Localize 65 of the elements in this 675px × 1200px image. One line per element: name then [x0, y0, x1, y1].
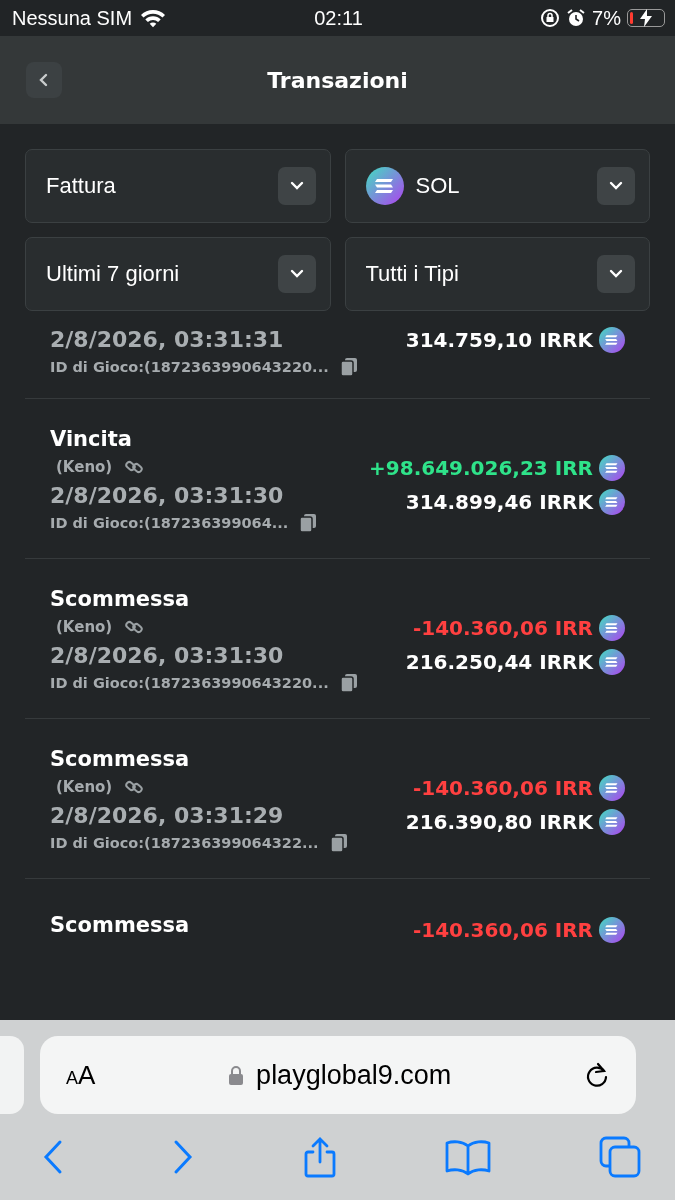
tabs-icon[interactable]	[599, 1136, 641, 1178]
coin-icon	[599, 808, 625, 835]
transaction-amount: -140.360,06 IRR	[412, 775, 593, 800]
filter-label: Ultimi 7 giorni	[46, 261, 181, 287]
game-name: (Keno)	[55, 618, 113, 636]
balance-amount: 314.899,46 IRRK	[405, 489, 593, 514]
coin-icon	[599, 454, 625, 481]
battery-percent: 7%	[592, 6, 621, 30]
address-bar[interactable]: AA playglobal9.com	[40, 1036, 636, 1114]
chevron-down-icon	[597, 255, 635, 293]
coin-icon	[365, 167, 404, 205]
bookmarks-icon[interactable]	[445, 1138, 492, 1176]
balance-amount: 216.250,44 IRRK	[405, 649, 593, 674]
coin-icon	[599, 614, 625, 641]
page-title: Transazioni	[267, 67, 408, 93]
copy-icon[interactable]	[340, 674, 357, 692]
transaction-date: 2/8/2026, 03:31:29	[50, 803, 285, 828]
balance-amount: 314.759,10 IRRK	[405, 328, 593, 352]
coin-icon	[599, 774, 625, 801]
transaction-type: Vincita	[50, 427, 133, 451]
chevron-down-icon	[277, 255, 316, 293]
text-size-button[interactable]: AA	[66, 1059, 96, 1091]
game-id: ID di Gioco:(1872363990643220...	[50, 359, 329, 375]
chevron-left-icon	[38, 73, 50, 87]
coin-icon	[599, 327, 625, 353]
lock-icon	[228, 1065, 245, 1085]
balance-amount: 216.390,80 IRRK	[405, 809, 593, 834]
url-text: playglobal9.com	[256, 1059, 452, 1091]
coin-icon	[599, 917, 625, 943]
wifi-icon	[140, 8, 167, 28]
coin-icon	[599, 488, 625, 515]
filter-label: SOL	[415, 173, 461, 199]
game-id: ID di Gioco:(1872363990643220...	[50, 675, 329, 691]
transaction-amount: -140.360,06 IRR	[412, 918, 593, 942]
transaction-amount: +98.649.026,23 IRR	[369, 455, 593, 480]
filter-label: Tutti i Tipi	[365, 261, 460, 287]
filter-dropdown[interactable]: Ultimi 7 giorni	[25, 237, 331, 311]
game-id: ID di Gioco:(187236399064...	[50, 515, 289, 531]
game-name: (Keno)	[55, 778, 113, 796]
filter-dropdown[interactable]: Tutti i Tipi	[344, 237, 650, 311]
game-id: ID di Gioco:(187236399064322...	[50, 835, 319, 851]
filter-label: Fattura	[46, 173, 117, 199]
coin-icon	[599, 648, 625, 675]
transaction-amount: -140.360,06 IRR	[412, 615, 593, 640]
battery-icon	[627, 9, 665, 27]
copy-icon[interactable]	[330, 834, 347, 852]
clock-time: 02:11	[314, 6, 363, 30]
copy-icon[interactable]	[340, 358, 357, 376]
filter-dropdown[interactable]: Fattura	[25, 149, 331, 223]
game-name: (Keno)	[55, 458, 113, 476]
filter-dropdown[interactable]: SOL	[344, 149, 650, 223]
carrier-label: Nessuna SIM	[12, 6, 133, 30]
alarm-icon	[566, 8, 587, 28]
back-button[interactable]	[26, 62, 62, 98]
transaction-type: Scommessa	[50, 913, 190, 937]
transaction-type: Scommessa	[50, 747, 191, 771]
chevron-down-icon	[277, 167, 316, 205]
transaction-date: 2/8/2026, 03:31:30	[50, 483, 285, 508]
copy-icon[interactable]	[300, 514, 317, 532]
transaction-date: 2/8/2026, 03:31:31	[50, 327, 285, 352]
transaction-date: 2/8/2026, 03:31:30	[50, 643, 285, 668]
reload-icon[interactable]	[584, 1061, 610, 1089]
rotation-lock-icon	[540, 8, 561, 28]
transaction-type: Scommessa	[50, 587, 191, 611]
chevron-down-icon	[597, 167, 635, 205]
